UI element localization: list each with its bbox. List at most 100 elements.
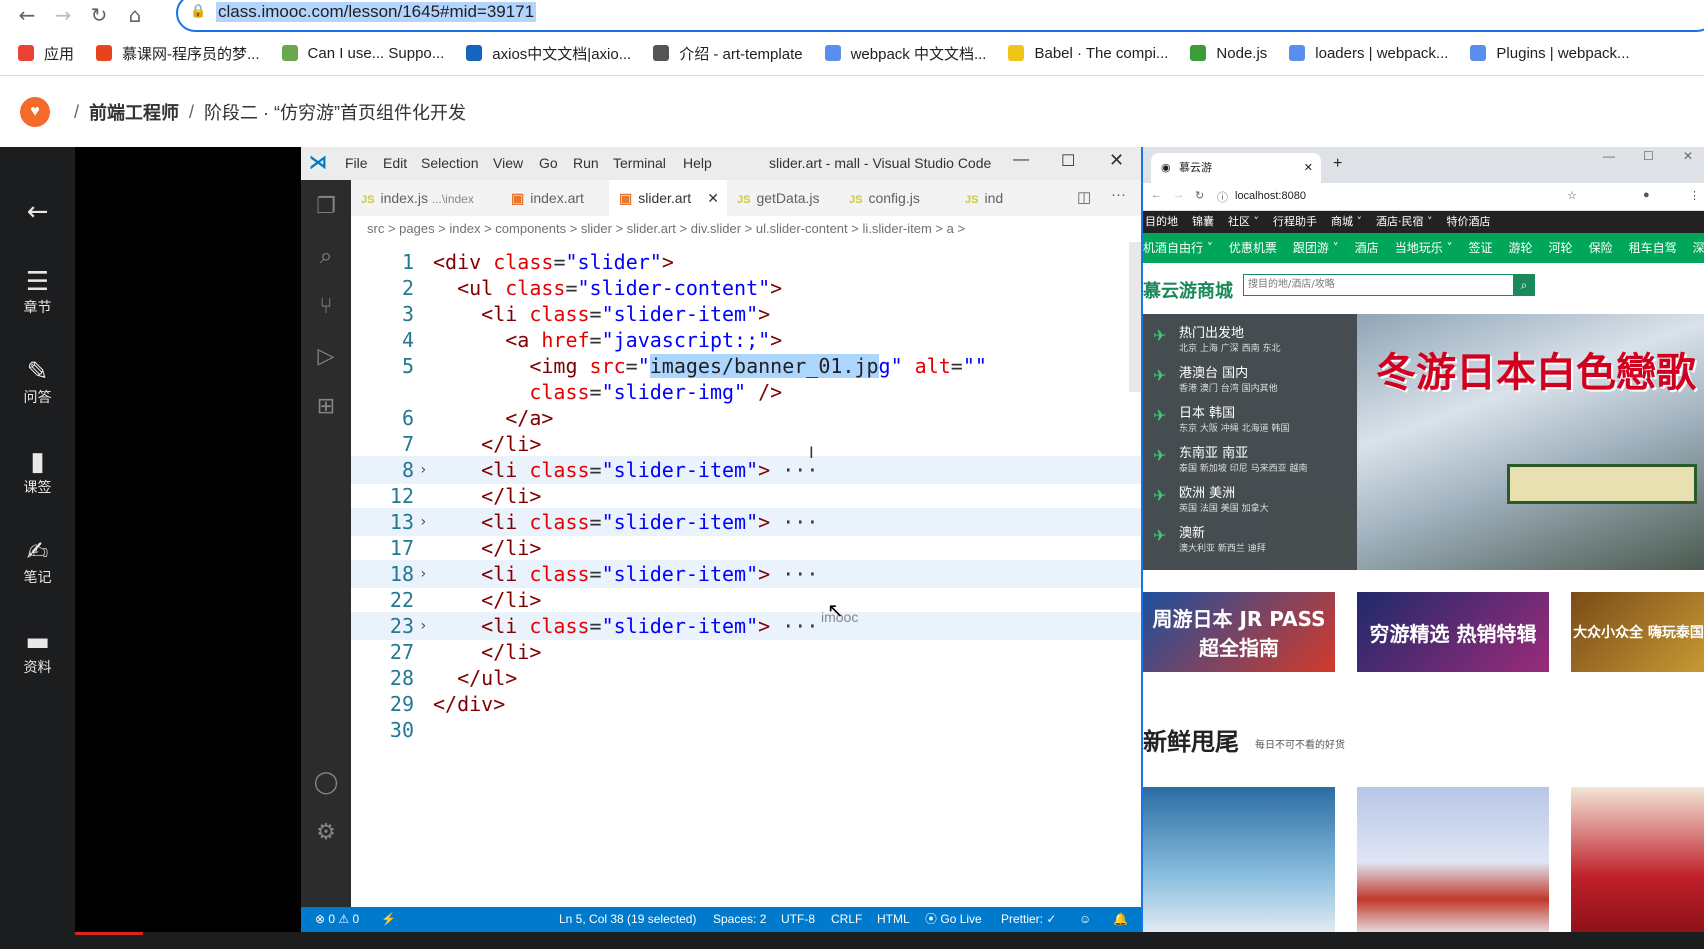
tab-ind[interactable]: JS ind <box>955 180 1015 216</box>
star-icon[interactable]: ☆ <box>1567 189 1577 202</box>
lightning-icon[interactable]: ⚡ <box>381 907 396 932</box>
status-golive[interactable]: ⦿ Go Live <box>925 907 982 932</box>
search-icon[interactable]: ⌕ <box>313 244 339 270</box>
explorer-icon[interactable]: ❐ <box>313 194 339 220</box>
account-icon[interactable]: ◯ <box>313 770 339 796</box>
category-nav-item[interactable]: 跟团游 ˅ <box>1293 241 1339 255</box>
split-editor-icon[interactable]: ◫ <box>1077 188 1091 206</box>
nav-materials[interactable]: ▬ 资料 <box>0 627 75 677</box>
status-problems[interactable]: ⊗ 0 ⚠ 0 <box>315 907 359 932</box>
bookmark-item[interactable]: Node.js <box>1190 45 1267 62</box>
code-line[interactable]: 18 › <li class="slider-item"> ··· <box>351 560 1141 588</box>
bookmark-item[interactable]: 慕课网-程序员的梦... <box>96 43 260 64</box>
site-search-icon[interactable]: ⌕ <box>1513 274 1535 296</box>
breadcrumb-stage[interactable]: 阶段二 · “仿穷游”首页组件化开发 <box>204 99 466 125</box>
destination-category[interactable]: ✈ 东南亚 南亚 泰国 新加坡 印尼 马来西亚 越南 <box>1153 442 1307 474</box>
back-icon[interactable]: ← <box>1151 189 1162 201</box>
site-brand[interactable]: 慕云游商城 <box>1143 277 1233 303</box>
category-nav-item[interactable]: 当地玩乐 ˅ <box>1395 241 1453 255</box>
tab-close-icon[interactable]: ✕ <box>1304 153 1313 183</box>
code-line[interactable]: 5 <img src="images/banner_01.jpg" alt="" <box>351 352 1141 380</box>
bookmark-item[interactable]: Can I use... Suppo... <box>281 45 444 62</box>
run-debug-icon[interactable]: ▷ <box>313 344 339 370</box>
bookmark-item[interactable]: 应用 <box>18 43 74 64</box>
menu-help[interactable]: Help <box>683 155 712 171</box>
category-nav-item[interactable]: 保险 <box>1589 241 1613 255</box>
fold-chevron-icon[interactable]: › <box>419 560 427 588</box>
nav-bookmark[interactable]: ▮ 课签 <box>0 447 75 497</box>
reload-icon[interactable]: ↻ <box>1195 189 1204 202</box>
status-spaces[interactable]: Spaces: 2 <box>713 907 766 932</box>
menu-view[interactable]: View <box>493 155 523 171</box>
code-line[interactable]: 6 </a> <box>351 404 1141 432</box>
editor-breadcrumb[interactable]: src > pages > index > components > slide… <box>351 216 1141 242</box>
category-nav-item[interactable]: 租车自驾 <box>1629 241 1677 255</box>
code-line[interactable]: 29 </div> <box>351 690 1141 718</box>
close-icon[interactable]: ✕ <box>1109 150 1124 171</box>
bookmark-item[interactable]: loaders | webpack... <box>1289 45 1448 62</box>
video-progress-track[interactable] <box>75 932 1704 949</box>
category-nav-item[interactable]: 签证 <box>1469 241 1493 255</box>
code-line[interactable]: 13 › <li class="slider-item"> ··· <box>351 508 1141 536</box>
bell-icon[interactable]: 🔔 <box>1113 907 1128 932</box>
feedback-icon[interactable]: ☺ <box>1079 907 1091 932</box>
code-line[interactable]: 2 <ul class="slider-content"> <box>351 274 1141 302</box>
status-eol[interactable]: CRLF <box>831 907 862 932</box>
profile-icon[interactable]: ● <box>1643 189 1650 201</box>
preview-url[interactable]: localhost:8080 <box>1235 190 1306 202</box>
promo-card-3[interactable]: 大众小众全 嗨玩泰国 <box>1571 592 1704 672</box>
bookmark-item[interactable]: Plugins | webpack... <box>1470 45 1630 62</box>
topnav-item[interactable]: 特价酒店 <box>1447 215 1491 228</box>
minimize-icon[interactable]: — <box>1013 151 1029 169</box>
tab-index-js[interactable]: JS index.js ...\index <box>351 180 501 216</box>
status-position[interactable]: Ln 5, Col 38 (19 selected) <box>559 907 696 932</box>
url-text[interactable]: class.imooc.com/lesson/1645#mid=39171 <box>216 2 537 22</box>
maximize-icon[interactable]: ☐ <box>1061 151 1075 171</box>
destination-category[interactable]: ✈ 欧洲 美洲 英国 法国 美国 加拿大 <box>1153 482 1269 514</box>
promo-card-2[interactable]: 穷游精选 热销特辑 <box>1357 592 1549 672</box>
promo-card-1[interactable]: 周游日本 JR PASS 超全指南 <box>1143 592 1335 672</box>
tab-close-icon[interactable]: ✕ <box>707 180 719 216</box>
source-control-icon[interactable]: ⑂ <box>313 294 339 320</box>
category-nav-item[interactable]: 优惠机票 <box>1229 241 1277 255</box>
new-tab-icon[interactable]: + <box>1333 155 1342 173</box>
preview-tab[interactable]: ◉ 慕云游 ✕ <box>1151 153 1321 183</box>
menu-go[interactable]: Go <box>539 155 558 171</box>
forward-icon[interactable]: → <box>50 2 76 28</box>
settings-gear-icon[interactable]: ⚙ <box>313 820 339 846</box>
menu-kebab-icon[interactable]: ⋮ <box>1689 189 1700 202</box>
topnav-item[interactable]: 目的地 <box>1145 215 1178 228</box>
menu-selection[interactable]: Selection <box>421 155 479 171</box>
code-line[interactable]: 27 </li> <box>351 638 1141 666</box>
bookmark-item[interactable]: webpack 中文文档... <box>824 43 986 64</box>
category-nav-item[interactable]: 河轮 <box>1549 241 1573 255</box>
destination-category[interactable]: ✈ 港澳台 国内 香港 澳门 台湾 国内其他 <box>1153 362 1278 394</box>
forward-icon[interactable]: → <box>1173 189 1184 201</box>
fold-chevron-icon[interactable]: › <box>419 456 427 484</box>
tab-slider-art[interactable]: ▣ slider.art ✕ <box>609 180 727 216</box>
code-line[interactable]: 1 <div class="slider"> <box>351 248 1141 276</box>
reload-icon[interactable]: ↻ <box>86 2 112 28</box>
category-nav-item[interactable]: 机酒自由行 ˅ <box>1143 241 1213 255</box>
nav-qa[interactable]: ✎ 问答 <box>0 357 75 407</box>
code-line[interactable]: 17 </li> <box>351 534 1141 562</box>
bookmark-item[interactable]: axios中文文档|axio... <box>466 43 631 64</box>
menu-file[interactable]: File <box>345 155 368 171</box>
menu-run[interactable]: Run <box>573 155 599 171</box>
nav-notes[interactable]: ✍ 笔记 <box>0 537 75 587</box>
home-icon[interactable]: ⌂ <box>122 2 148 28</box>
site-search-input[interactable]: 搜目的地/酒店/攻略 <box>1243 274 1515 296</box>
nav-chapters[interactable]: ☰ 章节 <box>0 267 75 317</box>
more-actions-icon[interactable]: ··· <box>1111 186 1126 203</box>
code-line[interactable]: 3 <li class="slider-item"> <box>351 300 1141 328</box>
code-line[interactable]: 28 </ul> <box>351 664 1141 692</box>
product-photo-cruise[interactable] <box>1143 787 1335 937</box>
topnav-item[interactable]: 锦囊 <box>1192 215 1214 228</box>
status-prettier[interactable]: Prettier: ✓ <box>1001 907 1056 932</box>
category-nav-item[interactable]: 酒店 <box>1355 241 1379 255</box>
code-line[interactable]: 8 › <li class="slider-item"> ··· <box>351 456 1141 484</box>
close-icon[interactable]: ✕ <box>1683 149 1693 163</box>
back-button[interactable]: ← <box>0 197 75 227</box>
destination-category[interactable]: ✈ 日本 韩国 东京 大阪 冲绳 北海道 韩国 <box>1153 402 1289 434</box>
code-line[interactable]: 22 </li> <box>351 586 1141 614</box>
